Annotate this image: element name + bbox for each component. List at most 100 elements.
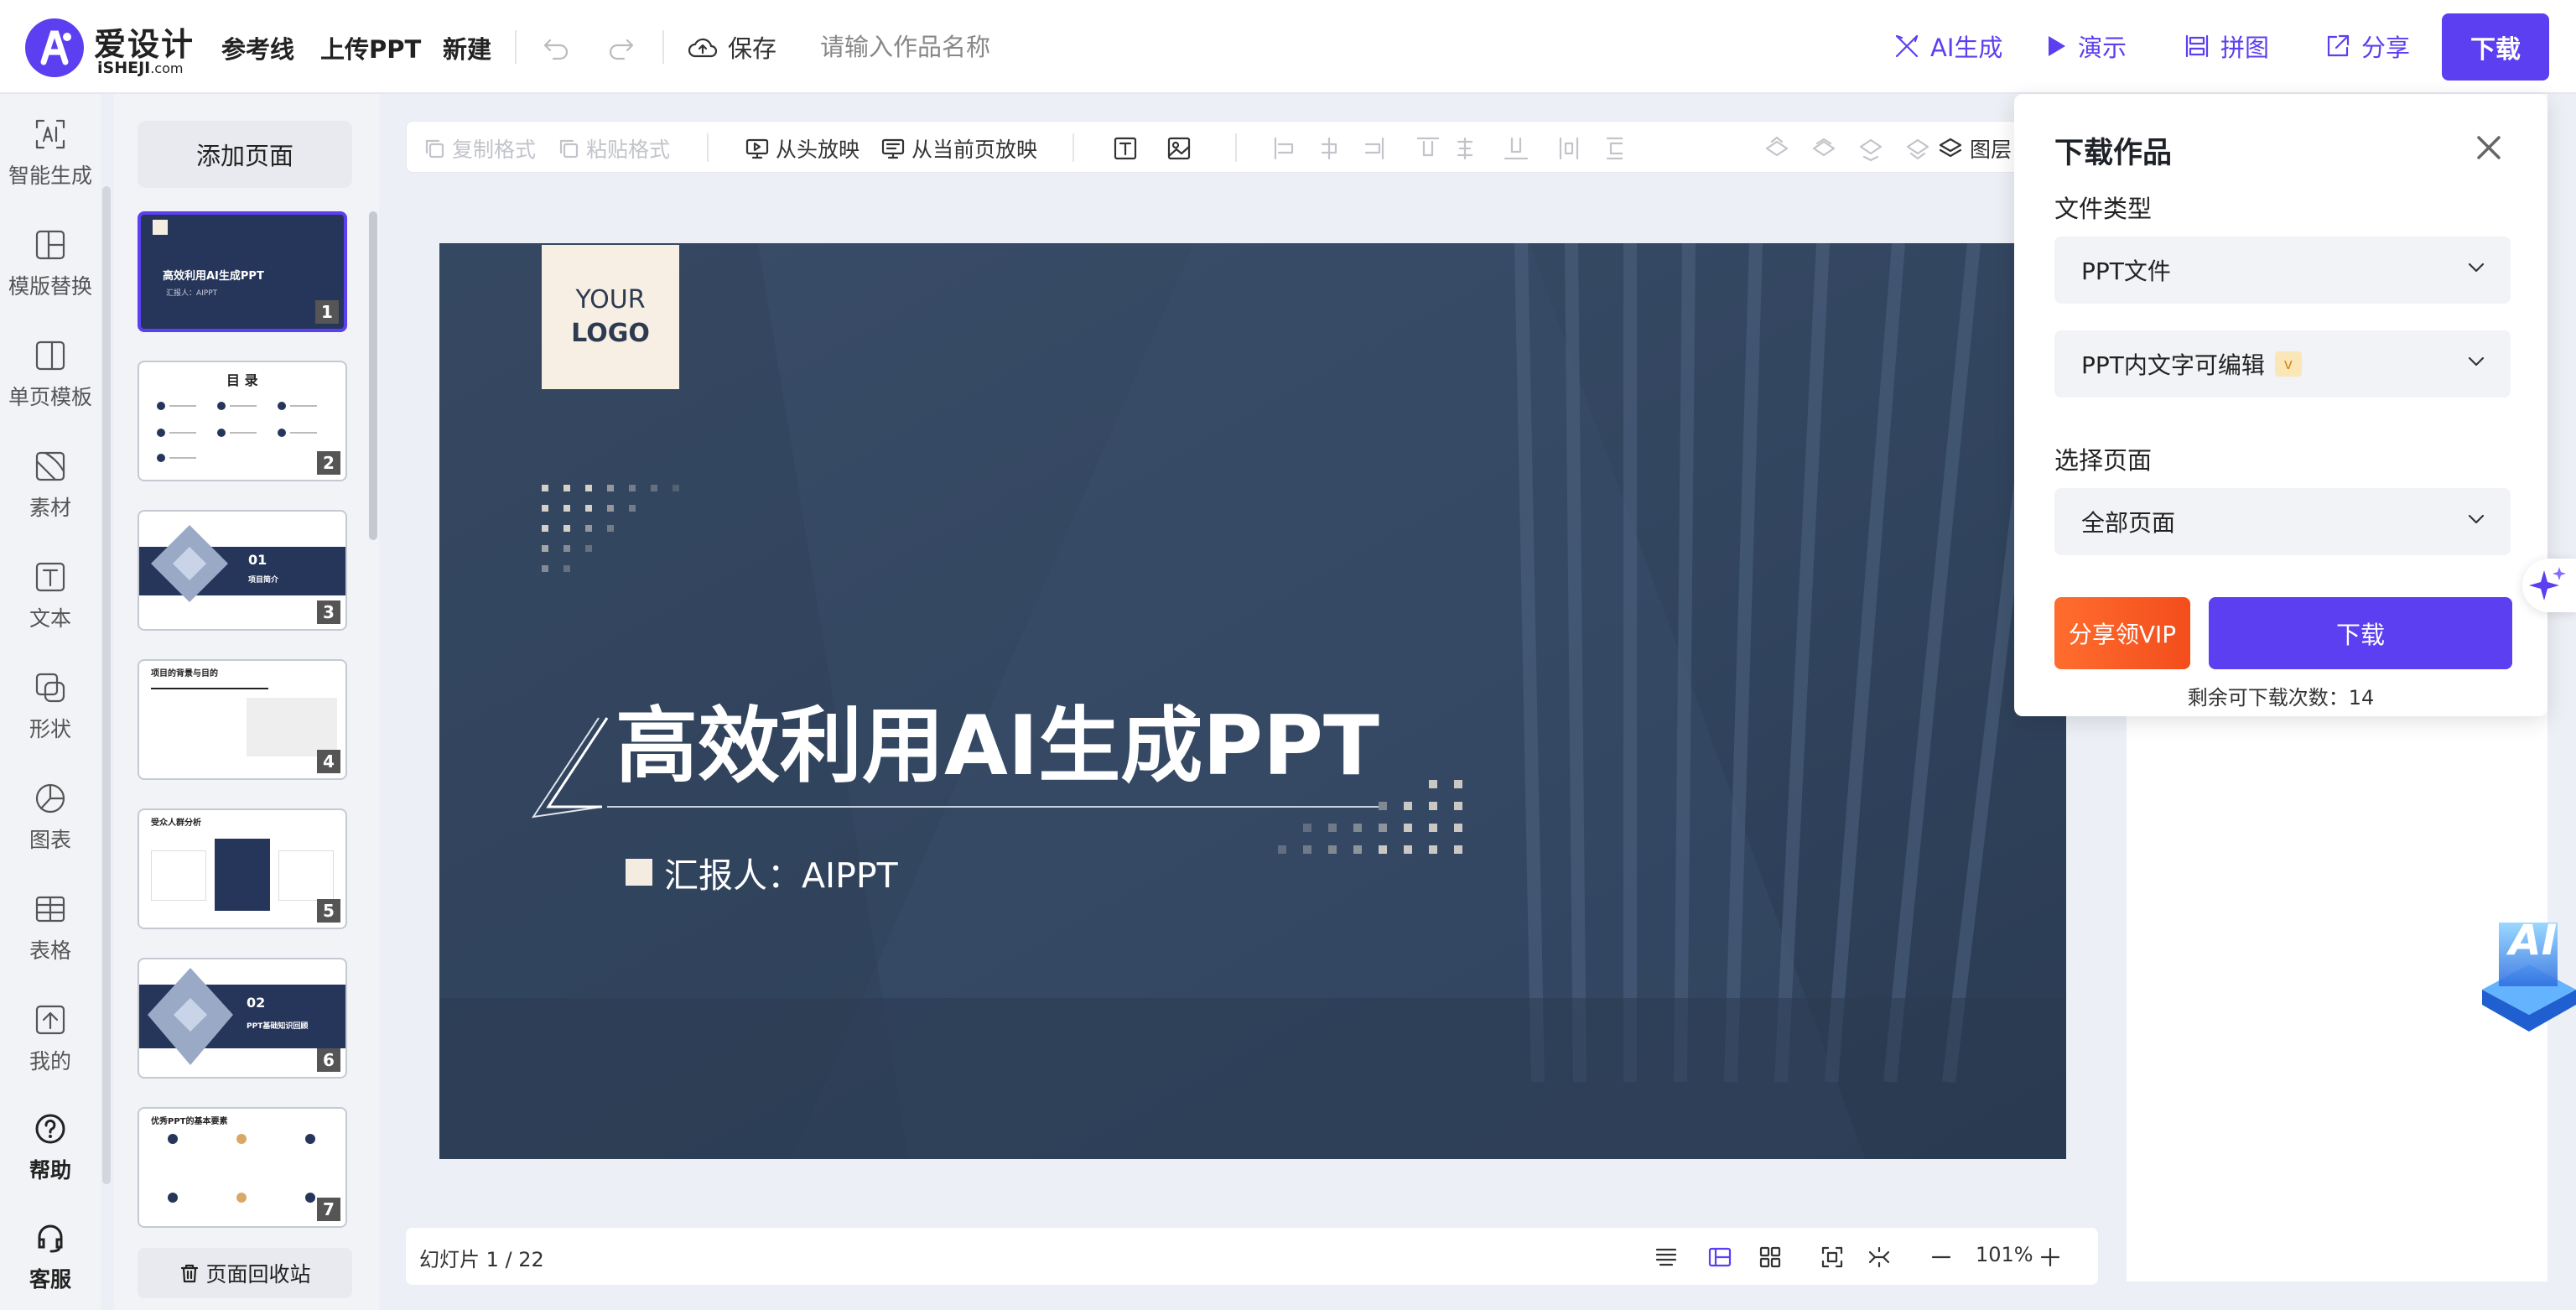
slide-logo-line1: YOUR (575, 285, 646, 315)
file-type-select[interactable]: PPT文件 (2054, 237, 2511, 304)
download-button[interactable]: 下载 (2209, 597, 2512, 669)
text-option-select[interactable]: PPT内文字可编辑 v (2054, 330, 2511, 398)
layers-icon (1939, 138, 1962, 158)
share-label: 分享 (2361, 34, 2411, 62)
zoom-level[interactable]: 101% (1976, 1243, 2033, 1266)
slide-logo-placeholder[interactable]: YOUR LOGO (542, 245, 679, 389)
present-button[interactable]: 演示 (2044, 29, 2127, 64)
paste-format-button[interactable]: 粘贴格式 (558, 133, 670, 164)
download-top-button[interactable]: 下载 (2442, 13, 2549, 81)
thumb-title: 02 (247, 995, 266, 1011)
thumb-title: 优秀PPT的基本要素 (151, 1117, 228, 1126)
thumbnail-scrollbar[interactable] (369, 211, 377, 540)
slide-subtitle-box[interactable]: 汇报人：AIPPT (626, 847, 898, 897)
slide-count: 幻灯片 1 / 22 (419, 1248, 544, 1271)
nav-single-page[interactable]: 单页模板 (0, 339, 101, 431)
brand-logo[interactable]: 爱设计 iSHEJI.com (25, 17, 201, 77)
elements-dots-icon (168, 1134, 315, 1203)
collage-button[interactable]: 拼图 (2184, 29, 2269, 64)
sparkle-icon (2529, 567, 2566, 600)
redo-icon[interactable] (607, 32, 636, 60)
ai-tools-icon (1895, 34, 1919, 58)
nav-label: 帮助 (29, 1158, 71, 1183)
nav-label: 智能生成 (8, 164, 92, 188)
divider (1072, 133, 1074, 162)
nav-mine[interactable]: 我的 (0, 1003, 101, 1095)
menu-upload-ppt[interactable]: 上传PPT (320, 30, 421, 65)
layer-order-icons[interactable] (1763, 135, 1931, 162)
play-from-current-button[interactable]: 从当前页放映 (881, 133, 1037, 164)
slide-thumb-4[interactable]: 项目的背景与目的 4 (138, 659, 347, 780)
sidebar-scrollbar[interactable] (102, 186, 111, 1184)
play-from-start-button[interactable]: 从头放映 (745, 133, 860, 164)
share-vip-button[interactable]: 分享领VIP (2054, 597, 2190, 669)
notes-icon[interactable] (1654, 1245, 1679, 1270)
nav-chart[interactable]: 图表 (0, 782, 101, 874)
menu-new[interactable]: 新建 (443, 30, 491, 65)
thumb-title: 高效利用AI生成PPT (163, 270, 264, 283)
nav-customer-service[interactable]: 客服 (0, 1221, 101, 1310)
thumb-title: 受众人群分析 (151, 819, 201, 828)
play-from-current-label: 从当前页放映 (911, 138, 1038, 162)
collage-label: 拼图 (2220, 34, 2270, 62)
slide-title[interactable]: 高效利用AI生成PPT (615, 679, 1379, 798)
insert-image-button[interactable] (1166, 133, 1192, 164)
thumb-logo (153, 220, 168, 235)
single-page-icon (35, 340, 65, 371)
slide-thumb-7[interactable]: 优秀PPT的基本要素 7 (138, 1107, 347, 1228)
ai-generate-button[interactable]: AI生成 (1893, 29, 2002, 64)
nav-table[interactable]: 表格 (0, 892, 101, 985)
slide-thumb-3[interactable]: 01 项目简介 3 (138, 510, 347, 631)
nav-template-replace[interactable]: 模版替换 (0, 228, 101, 320)
ai-assistant-button[interactable] (2522, 559, 2576, 612)
file-type-label: 文件类型 (2054, 195, 2153, 223)
zoom-out-icon[interactable] (1929, 1245, 1954, 1270)
slide-thumb-2[interactable]: 目 录 2 (138, 361, 347, 481)
zoom-in-icon[interactable] (2038, 1245, 2063, 1270)
slide-thumb-6[interactable]: 02 PPT基础知识回顾 6 (138, 958, 347, 1079)
page-select[interactable]: 全部页面 (2054, 488, 2511, 555)
thumb-number: 1 (315, 300, 339, 324)
add-page-button[interactable]: 添加页面 (138, 121, 352, 188)
nav-label: 形状 (29, 717, 71, 741)
material-icon (35, 451, 65, 481)
nav-text[interactable]: 文本 (0, 560, 101, 652)
chevron-down-icon (2467, 513, 2485, 525)
menu-guides[interactable]: 参考线 (221, 30, 294, 65)
nav-material[interactable]: 素材 (0, 450, 101, 542)
share-button[interactable]: 分享 (2324, 29, 2410, 64)
text-option-value: PPT内文字可编辑 (2081, 351, 2265, 379)
nav-help[interactable]: 帮助 (0, 1112, 101, 1204)
ai-badge[interactable]: AI (2474, 906, 2576, 1040)
thumb-title: 目 录 (226, 372, 258, 388)
normal-view-icon[interactable] (1707, 1245, 1732, 1270)
copy-format-button[interactable]: 复制格式 (423, 133, 536, 164)
upload-icon (35, 1005, 65, 1035)
slide-thumb-5[interactable]: 受众人群分析 5 (138, 808, 347, 929)
doc-name-input[interactable] (820, 29, 1139, 65)
close-icon[interactable] (2472, 131, 2506, 164)
play-from-start-label: 从头放映 (776, 138, 860, 162)
download-popup-title: 下载作品 (2054, 137, 2173, 170)
layers-button[interactable]: 图层 (1938, 133, 2012, 164)
text-icon (35, 562, 65, 592)
recycle-bin-label: 页面回收站 (205, 1262, 311, 1287)
slide-canvas[interactable]: YOUR LOGO 高效利用AI生成PPT 汇报人：AIPPT (439, 243, 2066, 1159)
layout-icon (35, 230, 65, 260)
nav-ai-generate[interactable]: 智能生成 (0, 117, 101, 210)
fit-width-icon[interactable] (1867, 1245, 1892, 1270)
grid-view-icon[interactable] (1758, 1245, 1783, 1270)
align-tools-icon[interactable] (1270, 135, 1623, 162)
recycle-bin-button[interactable]: 页面回收站 (138, 1248, 352, 1298)
remaining-downloads: 剩余可下载次数：14 (2187, 686, 2375, 710)
undo-icon[interactable] (542, 32, 570, 60)
fit-screen-icon[interactable] (1820, 1245, 1845, 1270)
play-icon (2049, 36, 2065, 56)
help-icon (35, 1114, 65, 1144)
nav-shape[interactable]: 形状 (0, 671, 101, 763)
top-bar: 爱设计 iSHEJI.com 参考线 上传PPT 新建 保存 AI生成 演示 拼… (0, 0, 2576, 94)
insert-text-button[interactable] (1113, 133, 1138, 164)
thumb-title: 项目的背景与目的 (151, 669, 218, 678)
slide-thumb-1[interactable]: 高效利用AI生成PPT 汇报人：AIPPT 1 (138, 211, 347, 332)
save-button[interactable]: 保存 (688, 29, 776, 65)
